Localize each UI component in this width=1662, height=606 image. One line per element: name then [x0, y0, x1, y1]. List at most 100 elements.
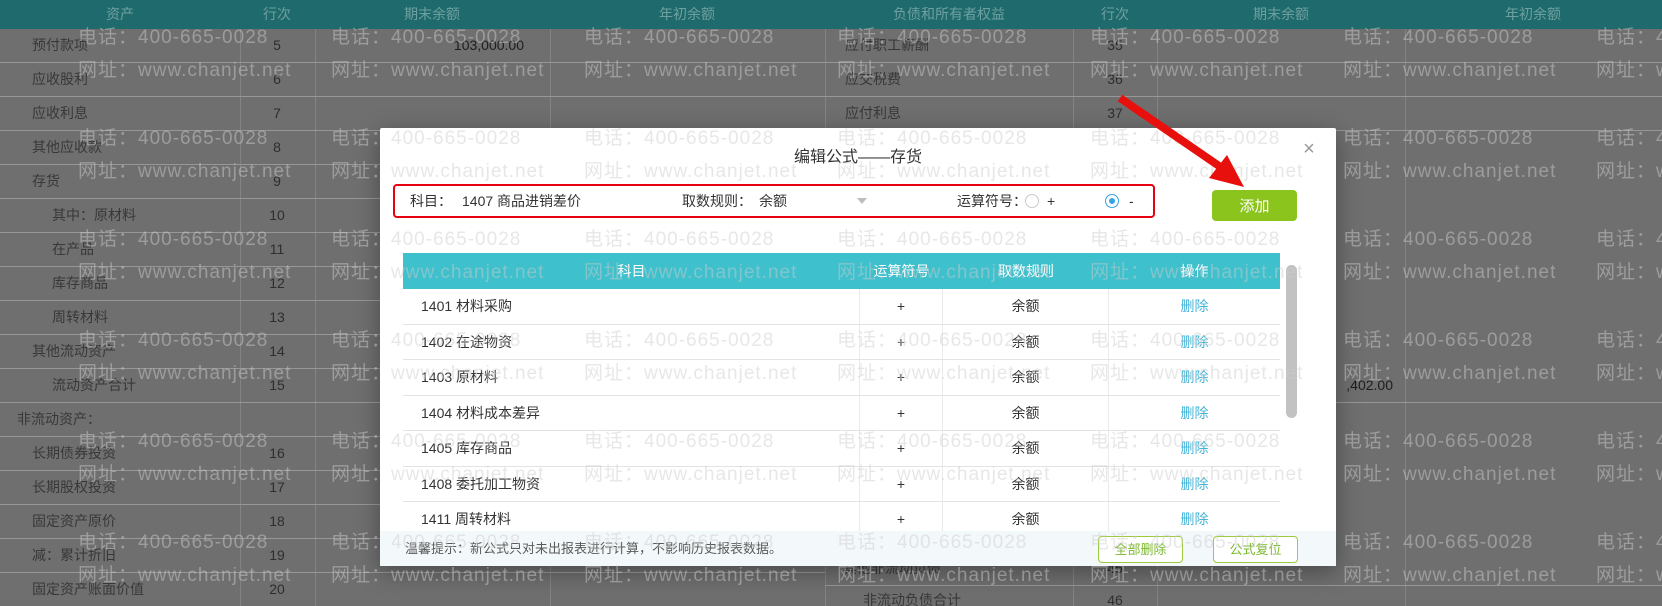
row-line-number: 7 — [273, 105, 281, 121]
cell-rule: 余额 — [943, 360, 1109, 395]
cell-rule: 余额 — [943, 466, 1109, 501]
cell-operator: + — [860, 431, 943, 466]
row-label: 在产品 — [52, 241, 94, 257]
row-line-number: 18 — [269, 513, 285, 529]
row-label: 存货 — [32, 173, 60, 189]
row-line-number: 13 — [269, 309, 285, 325]
row-line-number: 36 — [1107, 71, 1123, 87]
radio-plus[interactable] — [1025, 194, 1039, 208]
cell-operator: + — [860, 360, 943, 395]
formula-table-body: 1401 材料采购 + 余额 删除 1402 在途物资 + 余额 删除 1403 原… — [403, 289, 1280, 531]
col-header-assets: 资产 — [106, 6, 134, 22]
row-line-number: 17 — [269, 479, 285, 495]
add-button[interactable]: 添加 — [1212, 190, 1297, 221]
row-label: 应交税费 — [845, 71, 901, 87]
formula-reset-button[interactable]: 公式复位 — [1213, 536, 1298, 563]
row-line-number: 20 — [269, 581, 285, 597]
row-line-number: 6 — [273, 71, 281, 87]
col-header-end-left: 期末余额 — [404, 6, 460, 22]
formula-table-row: 1403 原材料 + 余额 删除 — [403, 360, 1280, 396]
delete-all-button[interactable]: 全部删除 — [1098, 536, 1183, 563]
cell-subject: 1408 委托加工物资 — [403, 466, 860, 501]
delete-link[interactable]: 删除 — [1181, 298, 1209, 314]
delete-link[interactable]: 删除 — [1181, 476, 1209, 492]
row-label: 长期债券投资 — [32, 445, 116, 461]
row-label: 应付职工薪酬 — [845, 37, 929, 53]
watermark-text: 电话：400-665-0028 — [1596, 431, 1662, 452]
row-line-number: 11 — [269, 241, 285, 257]
formula-table-row: 1402 在途物资 + 余额 删除 — [403, 324, 1280, 360]
radio-minus[interactable] — [1105, 194, 1119, 208]
cell-operator: + — [860, 324, 943, 359]
dialog-footer: 温馨提示：新公式只对未出报表进行计算，不影响历史报表数据。 全部删除 公式复位 — [380, 531, 1336, 566]
row-label: 非流动资产： — [17, 411, 101, 427]
dialog-title: 编辑公式——存货 — [793, 149, 922, 166]
row-label: 固定资产账面价值 — [32, 581, 144, 597]
watermark-text: 网址：www.chanjet.net — [1596, 161, 1662, 182]
row-label: 减：累计折旧 — [32, 547, 116, 563]
watermark-text: 电话：400-665-0028 — [1343, 330, 1534, 351]
delete-link[interactable]: 删除 — [1181, 511, 1209, 527]
watermark-text: 网址：www.chanjet.net — [1343, 262, 1557, 283]
row-label: 应收利息 — [32, 105, 88, 121]
bg-table-row: 应交税费 36 — [825, 63, 1662, 97]
col-header-line-right: 行次 — [1101, 6, 1129, 22]
cell-rule: 余额 — [943, 395, 1109, 430]
cell-subject: 1404 材料成本差异 — [403, 395, 860, 430]
watermark-text: 电话：400-665-0028 — [1343, 431, 1534, 452]
row-label: 周转材料 — [52, 309, 108, 325]
header-subject: 科目 — [617, 263, 646, 279]
row-label: 固定资产原价 — [32, 513, 116, 529]
header-operator: 运算符号 — [873, 263, 930, 279]
bg-table-row: 应收利息 7 — [0, 97, 825, 131]
formula-input-row: 科目： 1407 商品进销差价 取数规则： 余额 运算符号： + - — [393, 184, 1155, 218]
cell-subject: 1402 在途物资 — [403, 324, 860, 359]
operator-label: 运算符号： — [957, 193, 1027, 209]
subject-label: 科目： — [410, 193, 452, 209]
row-line-number: 8 — [273, 139, 281, 155]
cell-subject: 1405 库存商品 — [403, 431, 860, 466]
delete-link[interactable]: 删除 — [1181, 405, 1209, 421]
delete-link[interactable]: 删除 — [1181, 334, 1209, 350]
chevron-down-icon[interactable] — [857, 198, 867, 204]
close-icon[interactable]: × — [1296, 136, 1322, 162]
cell-subject: 1403 原材料 — [403, 360, 860, 395]
cell-operator: + — [860, 395, 943, 430]
watermark-text: 网址：www.chanjet.net — [1343, 161, 1557, 182]
col-header-line-left: 行次 — [263, 6, 291, 22]
plus-label: + — [1047, 193, 1056, 209]
balance-sheet-header: 资产 行次 期末余额 年初余额 负债和所有者权益 行次 期末余额 年初余额 — [0, 0, 1662, 29]
watermark-text: 电话：400-665-0028 — [1596, 532, 1662, 553]
delete-link[interactable]: 删除 — [1181, 369, 1209, 385]
watermark-text: 电话：400-665-0028 — [1596, 330, 1662, 351]
row-line-number: 46 — [1107, 592, 1123, 606]
bg-table-row: 应付利息 37 — [825, 97, 1662, 131]
rule-select[interactable]: 余额 — [759, 186, 787, 216]
cell-rule: 余额 — [943, 324, 1109, 359]
col-header-end-right: 期末余额 — [1253, 6, 1309, 22]
row-end-balance: 103,000.00 — [453, 37, 524, 53]
formula-table-row: 1404 材料成本差异 + 余额 删除 — [403, 395, 1280, 431]
formula-table-row: 1411 周转材料 + 余额 删除 — [403, 502, 1280, 531]
watermark-text: 网址：www.chanjet.net — [1343, 464, 1557, 485]
row-label: 其他应收款 — [32, 139, 102, 155]
header-rule: 取数规则 — [998, 263, 1054, 279]
row-label: 非流动负债合计 — [863, 592, 961, 606]
scrollbar-thumb[interactable] — [1286, 265, 1297, 418]
cell-subject: 1411 周转材料 — [403, 502, 860, 531]
watermark-text: 网址：www.chanjet.net — [1596, 464, 1662, 485]
edit-formula-dialog: 编辑公式——存货 × 科目： 1407 商品进销差价 取数规则： 余额 运算符号… — [380, 128, 1336, 566]
row-label: 库存商品 — [52, 275, 108, 291]
cell-operator: + — [860, 289, 943, 324]
watermark-text: 网址：www.chanjet.net — [1596, 262, 1662, 283]
row-label: 其他流动资产 — [32, 343, 116, 359]
subject-input[interactable]: 1407 商品进销差价 — [462, 186, 581, 216]
rule-label: 取数规则： — [682, 193, 752, 209]
watermark-text: 电话：400-665-0028 — [1343, 229, 1534, 250]
formula-table-row: 1401 材料采购 + 余额 删除 — [403, 289, 1280, 325]
cell-rule: 余额 — [943, 289, 1109, 324]
row-label: 应收股利 — [32, 71, 88, 87]
watermark-text: 电话：400-665-0028 — [1343, 532, 1534, 553]
delete-link[interactable]: 删除 — [1181, 440, 1209, 456]
row-label: 应付利息 — [845, 105, 901, 121]
